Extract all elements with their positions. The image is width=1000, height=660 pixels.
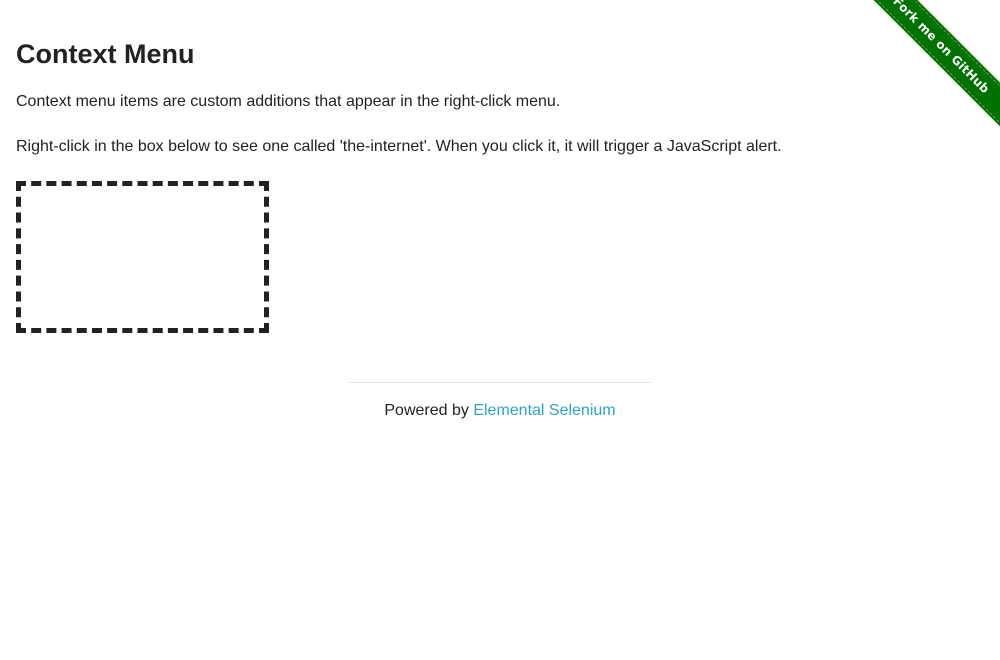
- instruction-paragraph: Right-click in the box below to see one …: [16, 138, 782, 155]
- footer-text: Powered by Elemental Selenium: [384, 401, 615, 421]
- ribbon-label: Fork me on GitHub: [890, 0, 993, 97]
- page: Context Menu Context menu items are cust…: [0, 0, 1000, 660]
- ribbon-band: Fork me on GitHub: [857, 0, 1000, 130]
- intro-paragraph: Context menu items are custom additions …: [16, 93, 561, 110]
- page-title: Context Menu: [16, 39, 195, 69]
- context-menu-hot-spot[interactable]: [16, 181, 269, 333]
- elemental-selenium-link[interactable]: Elemental Selenium: [473, 402, 615, 419]
- page-footer: Powered by Elemental Selenium: [348, 382, 652, 421]
- fork-me-on-github-ribbon[interactable]: Fork me on GitHub: [851, 0, 1000, 149]
- footer-prefix: Powered by: [384, 402, 474, 419]
